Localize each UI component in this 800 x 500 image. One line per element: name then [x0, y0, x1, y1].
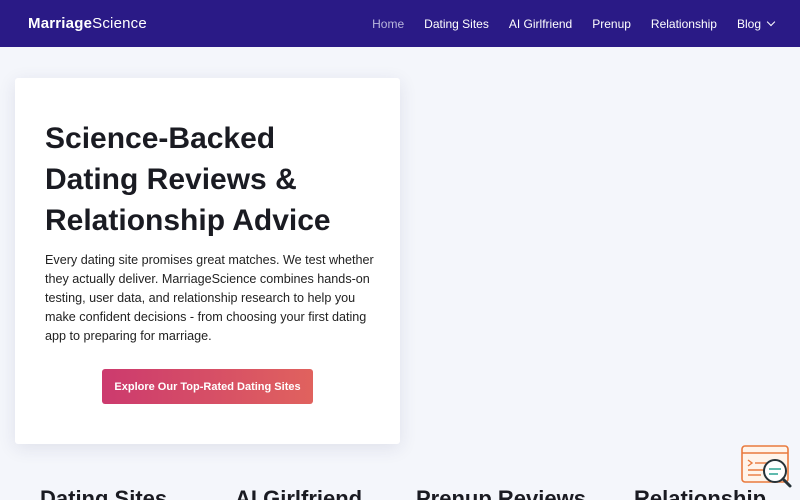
hero-card: Science-Backed Dating Reviews & Relation…	[15, 78, 400, 444]
nav-links: Home Dating Sites AI Girlfriend Prenup R…	[352, 16, 776, 31]
category-heading-prenup-reviews[interactable]: Prenup Reviews	[416, 486, 586, 500]
category-headings-row: Dating Sites AI Girlfriend Prenup Review…	[0, 486, 800, 500]
site-logo[interactable]: MarriageScience	[28, 15, 147, 32]
logo-bold-text: Marriage	[28, 15, 93, 32]
nav-item-blog[interactable]: Blog	[736, 16, 776, 31]
explore-dating-sites-button[interactable]: Explore Our Top-Rated Dating Sites	[102, 369, 313, 404]
chevron-down-icon	[766, 17, 776, 26]
top-navigation-bar: MarriageScience Home Dating Sites AI Gir…	[0, 0, 800, 47]
nav-item-relationship[interactable]: Relationship	[651, 17, 717, 31]
category-heading-dating-sites[interactable]: Dating Sites	[40, 486, 167, 500]
nav-item-dating-sites[interactable]: Dating Sites	[424, 17, 489, 31]
hero-description: Every dating site promises great matches…	[45, 253, 374, 343]
category-heading-ai-girlfriend[interactable]: AI Girlfriend	[235, 486, 362, 500]
hero-title: Science-Backed Dating Reviews & Relation…	[45, 122, 331, 237]
nav-item-ai-girlfriend[interactable]: AI Girlfriend	[509, 17, 572, 31]
chat-search-icon-graphic	[741, 445, 792, 488]
logo-regular-text: Science	[92, 15, 147, 32]
nav-item-blog-label: Blog	[736, 16, 761, 31]
nav-item-home[interactable]: Home	[372, 17, 404, 31]
chat-search-icon[interactable]	[741, 445, 793, 489]
nav-item-prenup[interactable]: Prenup	[592, 17, 631, 31]
